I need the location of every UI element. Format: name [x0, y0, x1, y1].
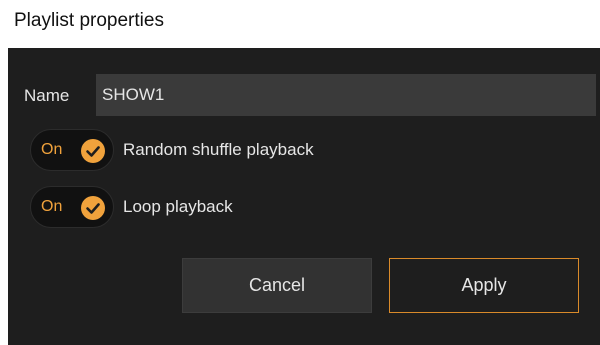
random-shuffle-toggle[interactable]: On: [30, 129, 114, 171]
loop-playback-label: Loop playback: [123, 197, 233, 216]
cancel-button-label: Cancel: [248, 275, 306, 295]
name-label: Name: [24, 86, 70, 105]
random-shuffle-label: Random shuffle playback: [123, 140, 314, 159]
cancel-button[interactable]: Cancel: [182, 258, 372, 313]
loop-playback-toggle-state: On: [41, 198, 63, 215]
dialog-title: Playlist properties: [14, 10, 164, 31]
apply-button[interactable]: Apply: [389, 258, 579, 313]
dialog-titlebar: Playlist properties: [0, 0, 600, 48]
checkmark-icon: [81, 139, 105, 163]
random-shuffle-toggle-state: On: [41, 141, 63, 158]
loop-playback-toggle[interactable]: On: [30, 186, 114, 228]
apply-button-label: Apply: [461, 275, 507, 295]
checkmark-icon: [81, 196, 105, 220]
name-input[interactable]: [96, 74, 596, 116]
